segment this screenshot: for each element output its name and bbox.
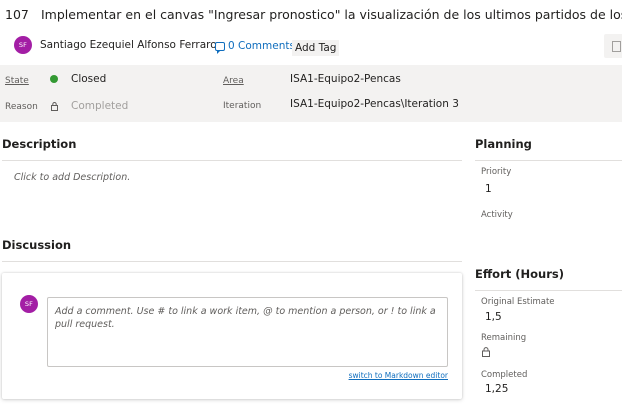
markdown-editor-link[interactable]: switch to Markdown editor xyxy=(349,371,448,380)
completed-field[interactable]: 1,25 xyxy=(485,383,508,395)
description-divider xyxy=(2,160,462,161)
remaining-label: Remaining xyxy=(481,333,527,343)
commenter-avatar: SF xyxy=(20,295,38,313)
original-estimate-label: Original Estimate xyxy=(481,297,555,307)
lock-icon xyxy=(51,102,58,111)
reason-label: Reason xyxy=(5,102,38,112)
planning-divider xyxy=(475,160,622,161)
effort-divider xyxy=(475,290,622,291)
side-panel-icon[interactable] xyxy=(604,34,622,58)
discussion-divider xyxy=(2,261,462,262)
iteration-field[interactable]: ISA1-Equipo2-Pencas\Iteration 3 xyxy=(290,98,459,110)
comment-input[interactable]: Add a comment. Use # to link a work item… xyxy=(47,297,448,367)
description-editor[interactable]: Click to add Description. xyxy=(14,172,130,183)
reason-value: Completed xyxy=(71,100,129,112)
fields-panel: State Closed Reason Completed Area ISA1-… xyxy=(0,65,622,122)
priority-field[interactable]: 1 xyxy=(485,183,492,195)
priority-label: Priority xyxy=(481,167,512,177)
add-tag-button[interactable]: Add Tag xyxy=(292,40,340,56)
assignee-avatar[interactable]: SF xyxy=(14,36,32,54)
remaining-lock-icon xyxy=(482,347,490,357)
discussion-card: SF Add a comment. Use # to link a work i… xyxy=(2,273,462,399)
completed-label: Completed xyxy=(481,370,528,380)
work-item-title[interactable]: Implementar en el canvas "Ingresar prono… xyxy=(41,7,622,22)
activity-label: Activity xyxy=(481,210,513,220)
description-title: Description xyxy=(2,137,77,151)
original-estimate-field[interactable]: 1,5 xyxy=(485,311,502,323)
comments-link[interactable]: 0 Comments xyxy=(215,40,295,54)
planning-title: Planning xyxy=(475,137,532,151)
comment-icon xyxy=(215,41,225,54)
comments-label: 0 Comments xyxy=(228,40,295,52)
meta-row: SF Santiago Ezequiel Alfonso Ferraro 0 C… xyxy=(0,36,622,58)
state-label: State xyxy=(5,76,29,86)
state-dot-icon xyxy=(50,75,58,83)
iteration-label: Iteration xyxy=(223,101,262,111)
area-label: Area xyxy=(223,76,244,86)
effort-title: Effort (Hours) xyxy=(475,267,564,281)
area-field[interactable]: ISA1-Equipo2-Pencas xyxy=(290,73,401,85)
title-row: 107 Implementar en el canvas "Ingresar p… xyxy=(0,5,622,27)
discussion-title: Discussion xyxy=(2,238,72,252)
work-item-id: 107 xyxy=(5,7,29,22)
state-dropdown[interactable]: Closed xyxy=(71,73,106,85)
assignee-name[interactable]: Santiago Ezequiel Alfonso Ferraro xyxy=(40,39,217,51)
